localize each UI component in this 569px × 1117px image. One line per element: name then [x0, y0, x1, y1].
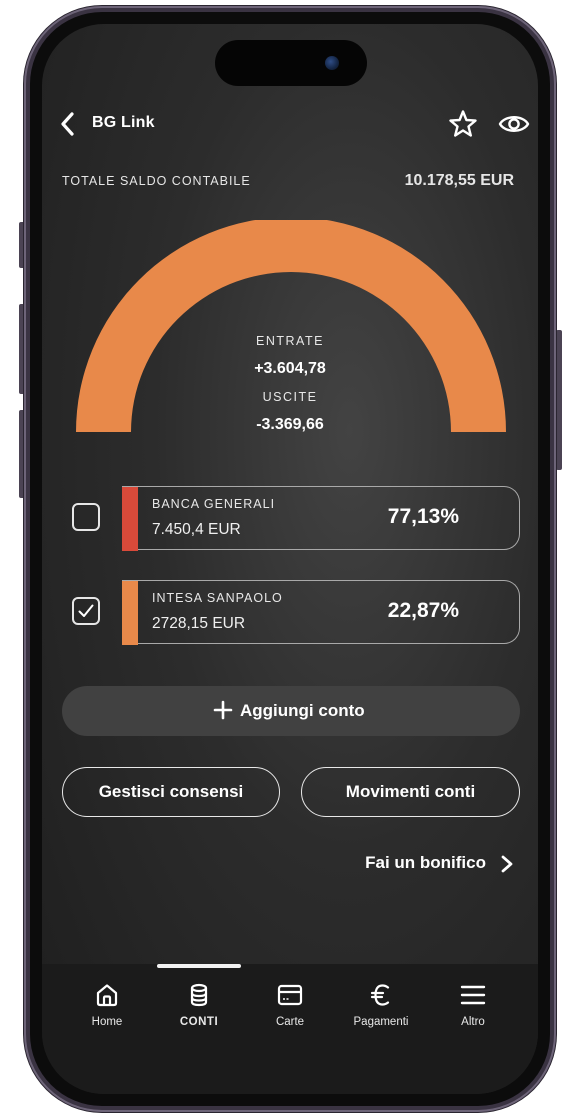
account-percent: 22,87%: [387, 599, 459, 622]
back-button[interactable]: [56, 110, 82, 138]
manage-consents-button[interactable]: Gestisci consensi: [62, 767, 280, 817]
tab-label: Altro: [461, 1016, 485, 1028]
camera-icon: [325, 56, 339, 70]
page-title: BG Link: [92, 114, 155, 131]
income-label: ENTRATE: [256, 334, 324, 348]
income-value: +3.604,78: [254, 360, 326, 377]
tab-label: CONTI: [179, 1016, 219, 1028]
account-color-strip: [122, 581, 138, 645]
total-balance-value: 10.178,55 EUR: [404, 172, 514, 189]
tab-conti[interactable]: CONTI: [159, 982, 239, 1040]
account-color-strip: [122, 487, 138, 551]
tab-label: Home: [91, 1016, 123, 1028]
plus-icon: [213, 700, 233, 720]
active-tab-indicator: [157, 964, 241, 968]
dynamic-island: [215, 40, 367, 86]
account-amount: 7.450,4 EUR: [152, 521, 241, 538]
account-card[interactable]: BANCA GENERALI 7.450,4 EUR 77,13%: [122, 486, 520, 551]
add-account-label: Aggiungi conto: [240, 701, 365, 720]
chevron-left-icon: [61, 112, 74, 136]
tab-label: Carte: [275, 1016, 305, 1028]
total-balance-label: TOTALE SALDO CONTABILE: [62, 174, 251, 188]
transfer-link[interactable]: Fai un bonifico: [365, 850, 514, 876]
account-name: BANCA GENERALI: [152, 497, 276, 511]
home-icon: [96, 984, 118, 1007]
database-icon: [190, 983, 208, 1007]
tab-pagamenti[interactable]: Pagamenti: [341, 982, 421, 1040]
expenses-value: -3.369,66: [256, 416, 324, 433]
euro-icon: [370, 984, 390, 1006]
add-account-button[interactable]: Aggiungi conto: [62, 686, 520, 736]
account-movements-button[interactable]: Movimenti conti: [301, 767, 520, 817]
account-checkbox[interactable]: [72, 597, 100, 625]
tab-carte[interactable]: Carte: [250, 982, 330, 1040]
account-percent: 77,13%: [387, 505, 459, 528]
app-screen: BG Link TOTALE SALDO CONTABILE 10.178,55…: [42, 24, 538, 1094]
tab-home[interactable]: Home: [67, 982, 147, 1040]
bottom-tab-bar: Home CONTI Carte Pagamenti Altro: [42, 964, 538, 1094]
account-name: INTESA SANPAOLO: [152, 591, 283, 605]
account-row-banca-generali: BANCA GENERALI 7.450,4 EUR 77,13%: [42, 486, 538, 551]
tab-label: Pagamenti: [353, 1016, 409, 1028]
transfer-label: Fai un bonifico: [365, 853, 486, 872]
chevron-right-icon: [501, 855, 513, 873]
favorite-button[interactable]: [448, 109, 478, 139]
account-checkbox[interactable]: [72, 503, 100, 531]
menu-icon: [460, 985, 486, 1005]
star-icon: [449, 110, 477, 137]
tab-altro[interactable]: Altro: [433, 982, 513, 1040]
visibility-toggle-button[interactable]: [498, 110, 530, 138]
account-row-intesa-sanpaolo: INTESA SANPAOLO 2728,15 EUR 22,87%: [42, 580, 538, 645]
side-button-power: [556, 330, 562, 470]
expenses-label: USCITE: [262, 390, 318, 404]
card-icon: [277, 984, 303, 1006]
checkmark-icon: [78, 604, 94, 617]
header-bar: BG Link: [42, 106, 538, 142]
account-amount: 2728,15 EUR: [152, 615, 246, 632]
eye-icon: [498, 116, 530, 132]
account-card[interactable]: INTESA SANPAOLO 2728,15 EUR 22,87%: [122, 580, 520, 645]
